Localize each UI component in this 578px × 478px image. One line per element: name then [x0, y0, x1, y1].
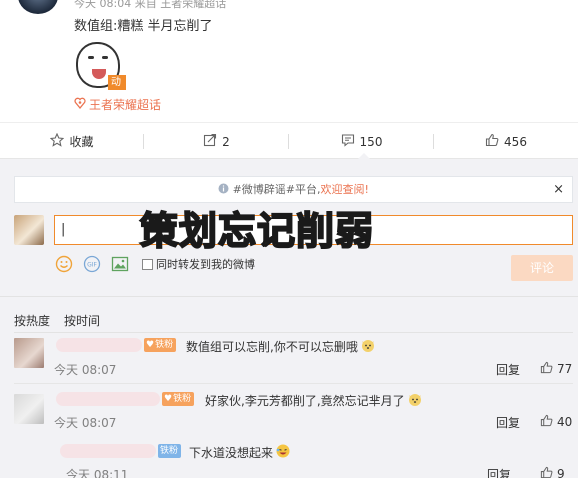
- repost-count: 2: [222, 134, 230, 149]
- close-icon[interactable]: ×: [553, 177, 564, 202]
- dog-emoji-icon: [407, 391, 423, 410]
- active-tab-pointer: [357, 153, 371, 160]
- my-avatar: [14, 215, 44, 245]
- comment-text: 好家伙,李元芳都削了,竟然忘记芈月了: [205, 391, 423, 410]
- comment-icon: [341, 133, 355, 150]
- reply-button[interactable]: 回复: [496, 361, 520, 378]
- sticker-eye: [88, 56, 94, 59]
- composer-toolbar: GIF 同时转发到我的微博: [54, 254, 255, 274]
- rumor-notice-bar: #微博辟谣#平台,欢迎查阅! ×: [14, 176, 573, 203]
- sort-by-time-tab[interactable]: 按时间: [64, 312, 100, 329]
- thumbs-up-icon: [540, 361, 553, 377]
- fan-badge-label: 铁粉: [155, 340, 174, 350]
- repost-checkbox[interactable]: [142, 258, 153, 270]
- comment-sort-tabs: 按热度 按时间: [14, 312, 100, 329]
- section-divider: [0, 296, 578, 297]
- overlay-caption: 策划忘记削弱: [139, 208, 375, 254]
- comment-time: 今天 08:11: [66, 468, 129, 478]
- comment-divider: [14, 383, 573, 384]
- comment-like-count: 77: [557, 362, 573, 376]
- image-icon[interactable]: [110, 254, 130, 274]
- notice-link[interactable]: 欢迎查阅!: [321, 183, 369, 196]
- reply-button[interactable]: 回复: [496, 414, 520, 431]
- like-count: 456: [504, 134, 527, 149]
- also-repost-option[interactable]: 同时转发到我的微博: [142, 256, 255, 272]
- svg-text:GIF: GIF: [87, 262, 97, 269]
- star-icon: [50, 132, 65, 150]
- comment-like-button[interactable]: 77: [540, 361, 572, 377]
- comment-like-count: 9: [557, 467, 565, 478]
- commenter-name[interactable]: [60, 444, 156, 458]
- reply-button[interactable]: 回复: [487, 466, 511, 478]
- laughing-emoji-icon: [275, 443, 291, 462]
- commenter-name[interactable]: [56, 338, 142, 352]
- comment-count: 150: [359, 134, 383, 149]
- comment-time: 今天 08:07: [54, 416, 117, 430]
- comment-text: 数值组可以忘削,你不可以忘删哦: [186, 337, 376, 356]
- comment-text: 下水道没想起来: [189, 443, 291, 462]
- repost-button[interactable]: 2: [144, 123, 289, 160]
- sticker-mouth: [92, 69, 106, 79]
- comment-like-button[interactable]: 9: [540, 466, 565, 478]
- comment-like-count: 40: [557, 415, 573, 429]
- repost-icon: [203, 133, 217, 150]
- topic-label: 王者荣耀超话: [89, 98, 162, 112]
- repost-option-label: 同时转发到我的微博: [156, 258, 255, 271]
- thumbs-up-icon: [540, 466, 553, 478]
- favorite-label: 收藏: [69, 135, 94, 149]
- author-avatar[interactable]: [18, 0, 58, 14]
- fan-badge-label: 铁粉: [160, 446, 179, 456]
- submit-comment-button[interactable]: 评论: [511, 255, 573, 281]
- like-button[interactable]: 456: [434, 123, 578, 160]
- fan-badge-label: 铁粉: [173, 394, 192, 404]
- heart-icon: ♥: [146, 340, 155, 350]
- fan-badge: ♥ 铁粉: [162, 392, 195, 406]
- commenter-avatar[interactable]: [14, 394, 44, 424]
- post-card: 今天 08:04 来自 王者荣耀超话 数值组:糟糕 半月忘削了 动图 王者荣耀超…: [0, 0, 578, 122]
- sticker-eye: [102, 56, 108, 59]
- fan-badge: ♥ 铁粉: [144, 338, 177, 352]
- topic-link[interactable]: 王者荣耀超话: [74, 96, 161, 113]
- thumbs-up-icon: [540, 414, 553, 430]
- sort-by-hot-tab[interactable]: 按热度: [14, 312, 50, 329]
- post-text: 数值组:糟糕 半月忘削了: [74, 19, 213, 34]
- post-action-bar: 收藏 2 150 456: [0, 122, 578, 159]
- dog-emoji-icon: [360, 337, 376, 356]
- fan-badge: 铁粉: [158, 444, 182, 458]
- gif-icon[interactable]: GIF: [82, 254, 102, 274]
- heart-icon: ♥: [164, 394, 173, 404]
- comment-like-button[interactable]: 40: [540, 414, 572, 430]
- commenter-avatar[interactable]: [14, 338, 44, 368]
- gif-badge: 动图: [108, 75, 126, 103]
- comment-body: 好家伙,李元芳都削了,竟然忘记芈月了: [205, 394, 405, 408]
- post-meta: 今天 08:04 来自 王者荣耀超话: [74, 0, 227, 10]
- comment-body: 数值组可以忘削,你不可以忘删哦: [186, 340, 358, 354]
- info-icon: [218, 183, 229, 196]
- notice-text: #微博辟谣#平台,: [232, 183, 321, 196]
- commenter-name[interactable]: [56, 392, 160, 406]
- supertopic-icon: [74, 97, 86, 112]
- comment-body: 下水道没想起来: [189, 446, 274, 460]
- comment-time: 今天 08:07: [54, 363, 117, 377]
- favorite-button[interactable]: 收藏: [0, 123, 144, 160]
- smile-icon[interactable]: [54, 254, 74, 274]
- sticker-image[interactable]: 动图: [74, 42, 126, 103]
- sort-divider: [14, 332, 573, 333]
- thumbs-up-icon: [485, 133, 499, 150]
